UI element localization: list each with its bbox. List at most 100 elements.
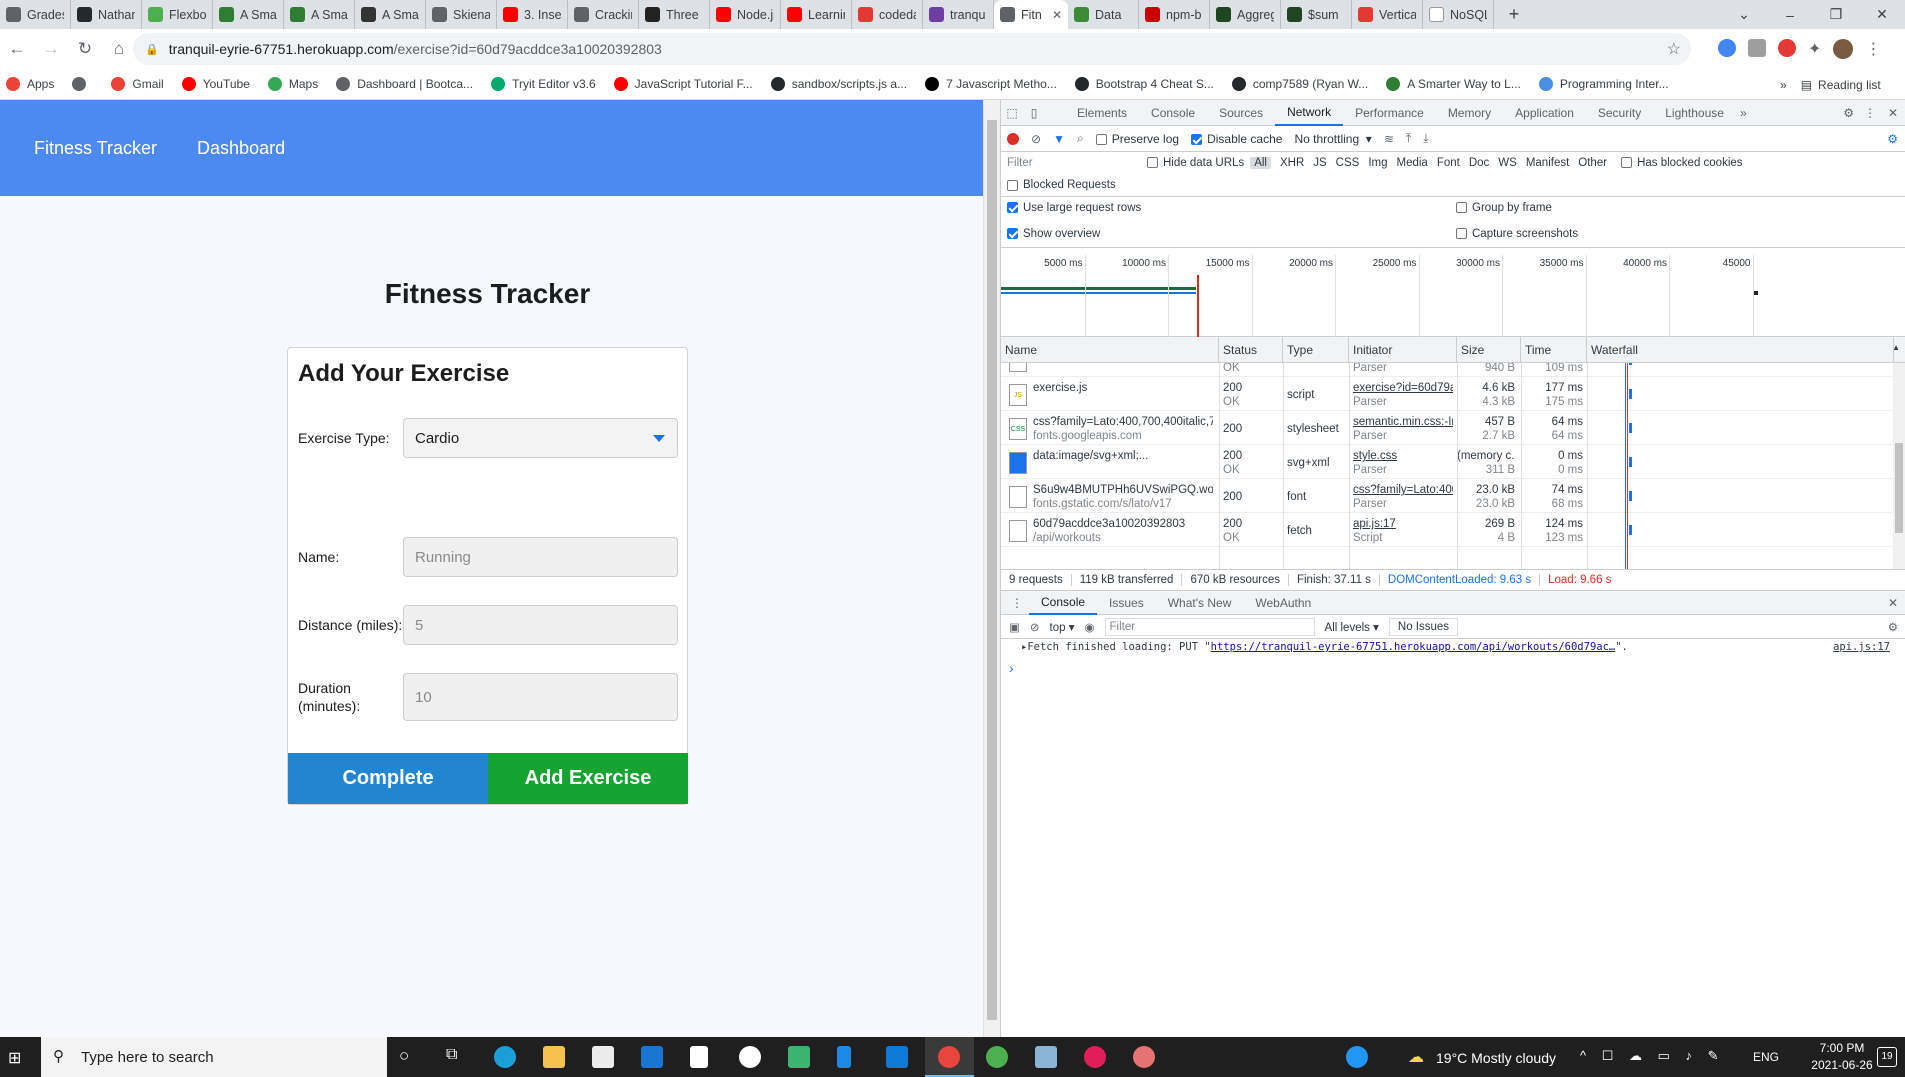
browser-tab[interactable]: Learnin xyxy=(781,0,852,29)
request-initiator-link[interactable]: exercise?id=60d79ac... xyxy=(1353,381,1453,395)
back-icon[interactable]: ← xyxy=(0,39,34,59)
type-filter-font[interactable]: Font xyxy=(1437,157,1460,169)
browser-tab[interactable]: Vertica xyxy=(1352,0,1423,29)
devtools-tab-performance[interactable]: Performance xyxy=(1343,100,1436,126)
exercise-type-select[interactable]: Cardio xyxy=(403,418,678,458)
request-initiator-link[interactable]: css?family=Lato:400,... xyxy=(1353,483,1453,497)
column-header-name[interactable]: Name xyxy=(1001,337,1219,363)
notes-icon[interactable] xyxy=(1035,1046,1057,1068)
browser-tab[interactable]: Crackin xyxy=(568,0,639,29)
levels-select[interactable]: All levels ▾ xyxy=(1325,620,1379,634)
type-filter-doc[interactable]: Doc xyxy=(1469,157,1489,169)
console-settings-icon[interactable]: ⚙ xyxy=(1888,620,1898,634)
bookmark-item[interactable]: YouTube xyxy=(181,77,250,91)
nav-fitness-tracker[interactable]: Fitness Tracker xyxy=(34,138,157,159)
bookmark-item[interactable]: JavaScript Tutorial F... xyxy=(613,77,753,91)
network-overview-timeline[interactable]: 5000 ms 10000 ms 15000 ms 20000 ms 25000 ms 3… xyxy=(1001,255,1905,337)
page-scrollbar[interactable] xyxy=(983,100,1000,1037)
clear-console-icon[interactable]: ⊘ xyxy=(1030,620,1040,634)
type-filter-xhr[interactable]: XHR xyxy=(1280,157,1304,169)
network-settings-icon[interactable]: ⚙ xyxy=(1887,132,1898,146)
address-bar[interactable]: 🔒 tranquil-eyrie-67751.herokuapp.com/exe… xyxy=(133,33,1691,65)
duration-input[interactable]: 10 xyxy=(403,673,678,721)
inspect-icon[interactable]: ⬚ xyxy=(1001,106,1023,120)
request-name[interactable]: 60d79acddce3a10020392803 xyxy=(1033,517,1213,531)
chrome-taskbar-active[interactable] xyxy=(925,1037,974,1077)
column-header-time[interactable]: Time xyxy=(1521,337,1587,363)
request-initiator-link[interactable]: style.css xyxy=(1353,449,1453,463)
browser-tab[interactable]: Node.js xyxy=(710,0,781,29)
hide-data-urls-checkbox[interactable]: Hide data URLs xyxy=(1147,157,1244,169)
extension-icon[interactable] xyxy=(1778,39,1796,57)
request-row[interactable]: CSS css?family=Lato:400,700,400italic,700… xyxy=(1001,411,1894,445)
avatar[interactable] xyxy=(1833,39,1854,59)
device-toolbar-icon[interactable]: ▯ xyxy=(1023,106,1045,120)
reload-icon[interactable]: ↻ xyxy=(68,39,102,59)
request-name[interactable]: exercise.js xyxy=(1033,381,1213,395)
request-row[interactable]: 60d79acddce3a10020392803/api/workouts 200… xyxy=(1001,513,1894,547)
type-filter-other[interactable]: Other xyxy=(1578,157,1607,169)
windows-start-icon[interactable]: ⊞ xyxy=(8,1048,21,1068)
clock-time[interactable]: 7:00 PM xyxy=(1812,1041,1872,1055)
reading-list-button[interactable]: Reading list xyxy=(1818,78,1881,92)
browser-tab[interactable]: 3. Inser xyxy=(497,0,568,29)
file-explorer-icon[interactable] xyxy=(543,1046,565,1068)
upload-icon[interactable]: ⤒ xyxy=(1406,131,1411,146)
request-initiator-link[interactable]: semantic.min.css:-Infi... xyxy=(1353,415,1453,429)
devtools-tab-elements[interactable]: Elements xyxy=(1065,100,1139,126)
throttling-select[interactable]: No throttling ▾ xyxy=(1294,132,1371,146)
request-name[interactable]: css?family=Lato:400,700,400italic,700ita… xyxy=(1033,415,1213,429)
restore-button[interactable]: ❐ xyxy=(1813,6,1859,23)
bookmark-item[interactable]: A Smarter Way to L... xyxy=(1386,77,1521,91)
devtools-tab-network[interactable]: Network xyxy=(1275,100,1344,126)
browser-tab[interactable]: Aggreg xyxy=(1210,0,1281,29)
search-icon[interactable]: ⌕ xyxy=(1077,131,1084,146)
vscode-icon[interactable] xyxy=(886,1046,908,1068)
clock-date[interactable]: 2021-06-26 xyxy=(1805,1058,1879,1072)
column-header-type[interactable]: Type xyxy=(1283,337,1349,363)
puzzle-icon[interactable]: ✦ xyxy=(1808,39,1821,59)
devtools-tab-sources[interactable]: Sources xyxy=(1207,100,1275,126)
gitkraken-icon[interactable] xyxy=(788,1046,810,1068)
bookmark-star-icon[interactable]: ☆ xyxy=(1667,39,1681,59)
more-bookmarks-icon[interactable]: » xyxy=(1780,78,1787,92)
download-icon[interactable]: ⤓ xyxy=(1423,131,1428,146)
eye-icon[interactable]: ◉ xyxy=(1084,620,1094,634)
mongodb-icon[interactable] xyxy=(986,1046,1008,1068)
slack-icon[interactable] xyxy=(1084,1046,1106,1068)
drawer-tab-console[interactable]: Console xyxy=(1029,591,1098,615)
type-filter-all[interactable]: All xyxy=(1250,157,1271,169)
edge-icon[interactable] xyxy=(494,1046,516,1068)
browser-tab[interactable]: $sum xyxy=(1281,0,1352,29)
bookmark-item[interactable]: Maps xyxy=(267,77,318,91)
devtools-tab-lighthouse[interactable]: Lighthouse xyxy=(1653,100,1736,126)
show-overview-checkbox[interactable]: Show overview xyxy=(1007,228,1100,240)
large-rows-checkbox[interactable]: Use large request rows xyxy=(1007,202,1141,214)
browser-tab[interactable]: Grades xyxy=(0,0,71,29)
minimize-button[interactable]: – xyxy=(1767,7,1813,23)
browser-tab[interactable]: A Smar xyxy=(355,0,426,29)
devtools-tab-application[interactable]: Application xyxy=(1503,100,1586,126)
weather-text[interactable]: 19°C Mostly cloudy xyxy=(1436,1050,1556,1066)
capture-screenshots-checkbox[interactable]: Capture screenshots xyxy=(1456,228,1578,240)
request-initiator-link[interactable]: api.js:17 xyxy=(1353,517,1453,531)
browser-tab[interactable]: Nathan xyxy=(71,0,142,29)
disable-cache-checkbox[interactable]: Disable cache xyxy=(1191,132,1282,146)
type-filter-manifest[interactable]: Manifest xyxy=(1526,157,1569,169)
complete-button[interactable]: Complete xyxy=(288,753,488,804)
notification-icon[interactable]: 19 xyxy=(1877,1047,1897,1067)
browser-tab[interactable]: Fitn ✕ xyxy=(994,0,1068,29)
close-drawer-icon[interactable]: ✕ xyxy=(1888,596,1898,610)
column-header-size[interactable]: Size xyxy=(1457,337,1521,363)
devtools-tab-security[interactable]: Security xyxy=(1586,100,1653,126)
wifi-icon[interactable]: ≋ xyxy=(1384,132,1394,146)
log-source-link[interactable]: api.js:17 xyxy=(1833,641,1890,653)
more-tabs-icon[interactable]: » xyxy=(1740,106,1747,120)
bookmark-item[interactable]: comp7589 (Ryan W... xyxy=(1231,77,1368,91)
type-filter-media[interactable]: Media xyxy=(1397,157,1428,169)
request-name[interactable]: S6u9w4BMUTPHh6UVSwiPGQ.woff2 xyxy=(1033,483,1213,497)
sort-up-icon[interactable]: ▲ xyxy=(1892,343,1900,352)
record-icon[interactable] xyxy=(1007,132,1019,145)
drawer-tab-what-s-new[interactable]: What's New xyxy=(1156,591,1244,615)
console-filter-input[interactable]: Filter xyxy=(1104,617,1315,636)
